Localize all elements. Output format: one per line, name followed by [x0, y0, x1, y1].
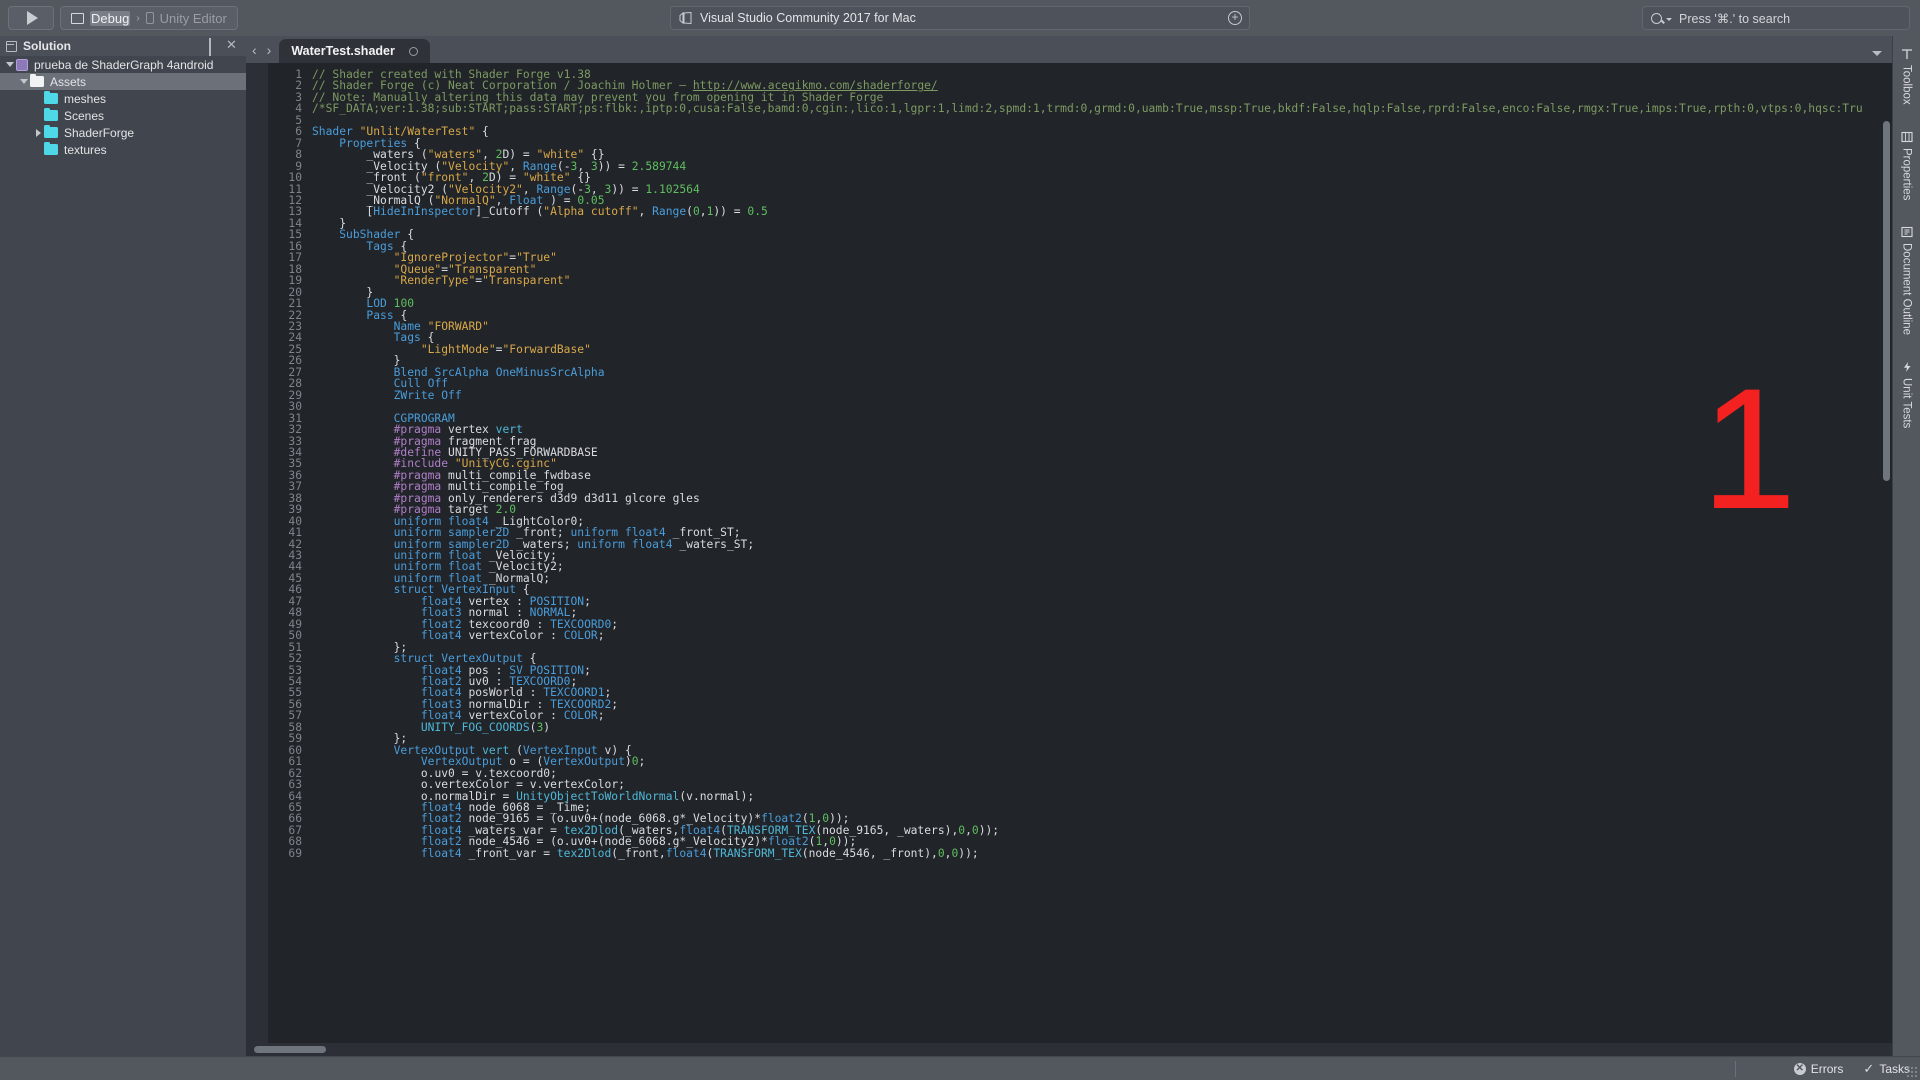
folder-cyan-icon	[44, 90, 58, 104]
code-scroll-region[interactable]: 1// Shader created with Shader Forge v1.…	[268, 63, 1892, 1056]
editor-tab-strip: ‹ › WaterTest.shader	[246, 36, 1892, 63]
configuration-separator: ›	[136, 12, 140, 24]
dock-item-toolbox[interactable]: Toolbox	[1901, 48, 1913, 105]
play-icon	[26, 11, 38, 25]
tree-item-label: prueba de ShaderGraph 4android	[34, 57, 214, 72]
dock-item-label: Unit Tests	[1900, 378, 1913, 429]
status-strip-text: Visual Studio Community 2017 for Mac	[700, 11, 916, 25]
dock-item-properties[interactable]: Properties	[1901, 131, 1913, 200]
solution-tree: prueba de ShaderGraph 4android Assets me…	[0, 56, 246, 1080]
dock-item-label: Toolbox	[1900, 65, 1913, 105]
monitor-icon	[71, 12, 84, 24]
plus-circle-icon[interactable]: +	[1228, 11, 1242, 25]
run-configuration-selector[interactable]: Debug › Unity Editor	[60, 6, 238, 30]
solution-icon	[6, 40, 17, 52]
tree-item-label: textures	[64, 142, 107, 157]
tree-item-meshes[interactable]: meshes	[0, 90, 246, 107]
overlay-number-annotation: 1	[1701, 353, 1797, 545]
status-errors[interactable]: ✕ Errors	[1793, 1061, 1844, 1076]
tree-item-scenes[interactable]: Scenes	[0, 107, 246, 124]
tree-item-label: meshes	[64, 91, 107, 106]
error-circle-icon: ✕	[1793, 1062, 1806, 1075]
status-tasks[interactable]: ✓ Tasks	[1863, 1061, 1910, 1077]
search-placeholder: Press '⌘.' to search	[1679, 11, 1791, 26]
chevron-right-icon[interactable]: ›	[267, 43, 272, 57]
run-button[interactable]	[8, 6, 54, 30]
vs-mac-window: Debug › Unity Editor Visual Studio Commu…	[0, 0, 1920, 1080]
pin-icon[interactable]	[209, 38, 223, 57]
search-icon	[1651, 12, 1662, 24]
right-tool-dock: Toolbox Properties Document Outline Unit…	[1892, 36, 1920, 1056]
dock-item-label: Properties	[1900, 147, 1913, 201]
horizontal-scrollbar-track[interactable]	[246, 1043, 1892, 1056]
document-outline-icon	[1900, 227, 1913, 238]
tab-label: WaterTest.shader	[291, 44, 395, 58]
twisty-down-icon[interactable]	[18, 79, 30, 84]
resize-grip-icon[interactable]	[1906, 1066, 1918, 1078]
circle-icon[interactable]	[408, 46, 418, 56]
twisty-right-icon[interactable]	[32, 128, 44, 137]
folder-cyan-icon	[44, 107, 58, 121]
close-icon[interactable]: ✕	[226, 38, 240, 53]
vs-logo-icon	[679, 12, 693, 24]
device-icon	[145, 12, 154, 24]
editor-gutter	[246, 63, 268, 1056]
check-icon: ✓	[1863, 1060, 1875, 1076]
solution-pad-title: Solution	[23, 39, 71, 53]
editor-navigation: ‹ ›	[246, 36, 273, 63]
status-bar: ✕ Errors ✓ Tasks	[0, 1056, 1920, 1080]
solution-pad-header: Solution ✕	[0, 36, 246, 57]
dock-item-unit-tests[interactable]: Unit Tests	[1901, 361, 1913, 428]
status-bar-divider	[1735, 1061, 1736, 1077]
status-strip-container: Visual Studio Community 2017 for Mac +	[670, 6, 1250, 30]
status-errors-label: Errors	[1810, 1061, 1844, 1076]
folder-cyan-icon	[44, 124, 58, 138]
folder-cyan-icon	[44, 141, 58, 155]
chevron-down-icon	[1666, 18, 1672, 21]
vertical-scrollbar[interactable]	[1883, 121, 1890, 481]
twisty-down-icon[interactable]	[4, 62, 16, 67]
unit-tests-icon	[1903, 362, 1910, 373]
tree-item-label: Scenes	[64, 108, 105, 123]
tab-watertest-shader[interactable]: WaterTest.shader	[279, 39, 430, 63]
tree-item-label: Assets	[50, 74, 87, 89]
dock-item-label: Document Outline	[1900, 243, 1913, 336]
chevron-down-icon[interactable]	[1872, 51, 1882, 56]
title-bar-left-group: Debug › Unity Editor	[0, 6, 238, 30]
tree-item-shaderforge[interactable]: ShaderForge	[0, 124, 246, 141]
search-input[interactable]: Press '⌘.' to search	[1642, 6, 1910, 30]
dock-item-document-outline[interactable]: Document Outline	[1901, 226, 1913, 335]
code-editor[interactable]: 1// Shader created with Shader Forge v1.…	[246, 63, 1892, 1056]
target-label: Unity Editor	[159, 10, 227, 26]
chevron-left-icon[interactable]: ‹	[252, 43, 257, 57]
tree-item-assets[interactable]: Assets	[0, 73, 246, 90]
toolbox-icon	[1901, 49, 1912, 59]
title-bar: Debug › Unity Editor Visual Studio Commu…	[0, 0, 1920, 36]
status-strip[interactable]: Visual Studio Community 2017 for Mac +	[670, 6, 1250, 30]
source-code[interactable]: 1// Shader created with Shader Forge v1.…	[268, 63, 1892, 860]
folder-white-icon	[30, 73, 44, 87]
properties-icon	[1900, 131, 1913, 142]
tree-item-textures[interactable]: textures	[0, 141, 246, 158]
tree-item-project[interactable]: prueba de ShaderGraph 4android	[0, 56, 246, 73]
horizontal-scrollbar[interactable]	[254, 1046, 326, 1053]
configuration-label: Debug	[90, 10, 131, 26]
project-icon	[16, 58, 28, 71]
tree-item-label: ShaderForge	[64, 125, 135, 140]
